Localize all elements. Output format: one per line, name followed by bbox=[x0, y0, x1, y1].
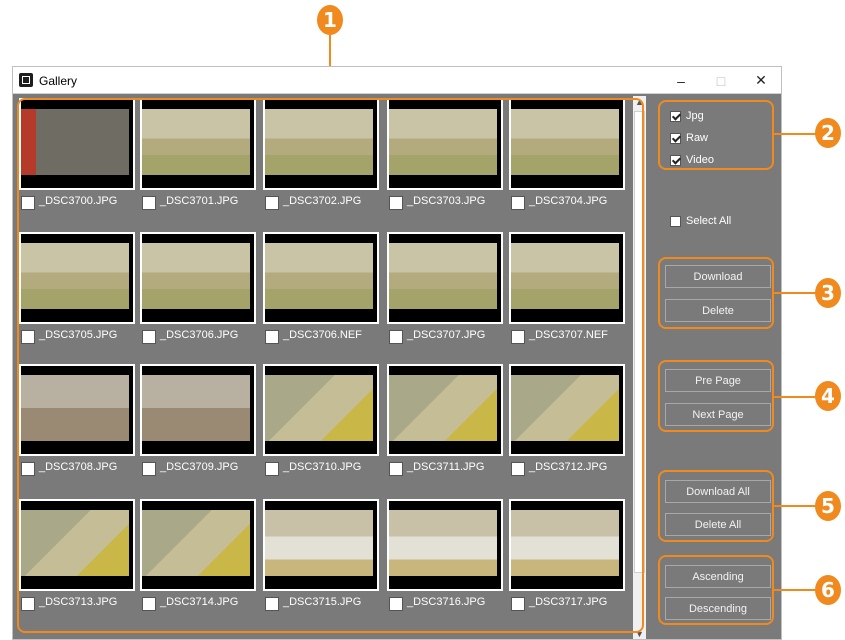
callout-line-2 bbox=[774, 133, 816, 135]
minimize-button[interactable]: – bbox=[661, 67, 701, 94]
select-all-label: Select All bbox=[686, 215, 732, 227]
callout-frame-5 bbox=[658, 470, 774, 542]
callout-badge-1: 1 bbox=[317, 5, 343, 35]
select-all[interactable]: Select All bbox=[670, 215, 731, 227]
callout-frame-2 bbox=[658, 100, 774, 170]
callout-frame-4 bbox=[658, 360, 774, 432]
callout-badge-4: 4 bbox=[815, 381, 841, 411]
callout-frame-1 bbox=[17, 98, 644, 633]
app-icon bbox=[19, 73, 33, 87]
window-title: Gallery bbox=[39, 74, 78, 88]
callout-frame-6 bbox=[658, 555, 774, 625]
callout-badge-3: 3 bbox=[815, 278, 841, 308]
select-all-checkbox[interactable] bbox=[670, 215, 681, 227]
callout-badge-2: 2 bbox=[815, 118, 841, 148]
callout-frame-3 bbox=[658, 257, 774, 329]
callout-line-3 bbox=[774, 292, 816, 294]
callout-badge-6: 6 bbox=[815, 575, 841, 605]
close-button[interactable]: ✕ bbox=[741, 67, 781, 94]
callout-line-5 bbox=[774, 505, 816, 507]
title-bar: Gallery – □ ✕ bbox=[13, 67, 781, 94]
callout-line-4 bbox=[774, 396, 816, 398]
callout-badge-5: 5 bbox=[815, 491, 841, 521]
maximize-button[interactable]: □ bbox=[701, 67, 741, 94]
callout-line-6 bbox=[774, 589, 816, 591]
